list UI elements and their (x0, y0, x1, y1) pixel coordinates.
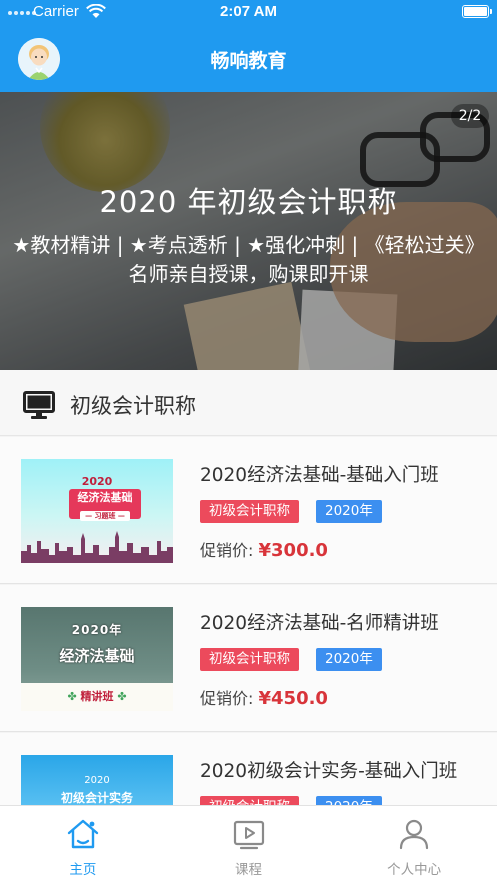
banner-subline: ★教材精讲 | ★考点透析 | ★强化冲刺 | 《轻松过关》名师亲自授课，购课即… (12, 233, 485, 286)
section-header: 初级会计职称 (0, 370, 497, 436)
clock: 2:07 AM (220, 3, 277, 20)
year-tag: 2020年 (316, 648, 382, 671)
clover-icon: ✤ (67, 690, 77, 703)
video-play-icon (233, 820, 264, 850)
tab-home[interactable]: 主页 (0, 806, 166, 883)
thumbnail-subtitle: — 习题班 — (80, 511, 130, 521)
banner-page-indicator: 2/2 (451, 104, 489, 128)
price-value: ¥450.0 (258, 688, 328, 709)
thumbnail-year: 2020年 (71, 623, 123, 637)
app-title: 畅响教育 (210, 50, 287, 72)
tab-bar: 主页 课程 个人中心 (0, 805, 497, 883)
tab-label: 主页 (69, 862, 97, 878)
category-tag: 初级会计职称 (200, 648, 299, 671)
tab-label: 课程 (235, 862, 262, 878)
thumbnail-footer: ✤ 精讲班 ✤ (21, 683, 173, 711)
tab-label: 个人中心 (387, 862, 442, 878)
battery-icon (462, 5, 492, 18)
thumbnail-subtitle: 精讲班 (80, 690, 114, 703)
course-title: 2020经济法基础-基础入门班 (200, 465, 439, 486)
course-item[interactable]: 2020年 经济法基础 ✤ 精讲班 ✤ 2020经济法基础-名师精讲班 初级会计… (0, 585, 497, 732)
section-title: 初级会计职称 (70, 394, 196, 418)
promo-banner[interactable]: 2/2 2020 年初级会计职称 ★教材精讲 | ★考点透析 | ★强化冲刺 |… (0, 92, 497, 370)
thumbnail-year: 2020 (81, 475, 113, 488)
thumbnail-year: 2020 (84, 775, 110, 786)
course-title: 2020经济法基础-名师精讲班 (200, 613, 439, 634)
price-row: 促销价: ¥300.0 (200, 537, 328, 561)
clover-icon: ✤ (117, 690, 127, 703)
status-bar: Carrier 2:07 AM (0, 0, 497, 24)
year-tag: 2020年 (316, 500, 382, 523)
category-tag: 初级会计职称 (200, 500, 299, 523)
thumbnail-title-box: 经济法基础 — 习题班 — (69, 489, 141, 521)
course-item[interactable]: 2020 经济法基础 — 习题班 — 2020经济法基础-基础入门班 初级会计职… (0, 437, 497, 584)
price-value: ¥300.0 (258, 540, 328, 561)
city-skyline-graphic (21, 531, 173, 563)
thumbnail-title: 初级会计实务 (60, 791, 133, 805)
app-screen: Carrier 2:07 AM 畅响教育 2/2 2020 年初级会计职称 ★教… (0, 0, 497, 883)
monitor-icon (23, 391, 55, 419)
banner-headline: 2020 年初级会计职称 (99, 185, 398, 219)
course-thumbnail: 2020年 经济法基础 ✤ 精讲班 ✤ (21, 607, 173, 711)
price-label: 促销价: (200, 689, 254, 708)
tab-courses[interactable]: 课程 (166, 806, 332, 883)
nav-bar: 畅响教育 (0, 24, 497, 92)
home-icon (67, 819, 99, 849)
person-icon (400, 819, 429, 850)
price-row: 促销价: ¥450.0 (200, 685, 328, 709)
course-thumbnail: 2020 经济法基础 — 习题班 — (21, 459, 173, 563)
course-title: 2020初级会计实务-基础入门班 (200, 761, 458, 782)
thumbnail-title: 经济法基础 (59, 647, 135, 665)
price-label: 促销价: (200, 541, 254, 560)
thumbnail-title: 经济法基础 (77, 491, 133, 504)
tab-profile[interactable]: 个人中心 (331, 806, 497, 883)
